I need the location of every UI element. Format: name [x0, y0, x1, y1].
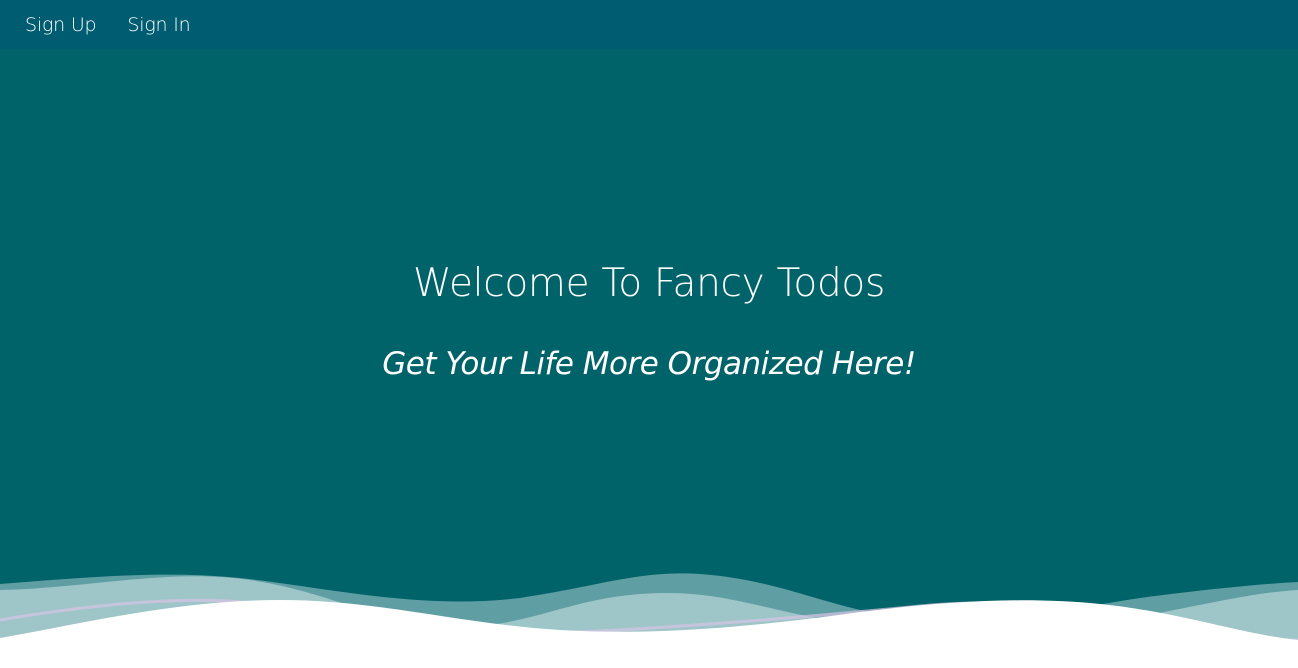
hero-title: Welcome To Fancy Todos [412, 261, 886, 306]
wave-decoration [0, 573, 1298, 668]
hero-subtitle: Get Your Life More Organized Here! [382, 346, 916, 382]
sign-up-link[interactable]: Sign Up [25, 14, 97, 36]
page: Sign Up Sign In Welcome To Fancy Todos G… [0, 0, 1298, 668]
navbar: Sign Up Sign In [0, 0, 1298, 49]
sign-in-link[interactable]: Sign In [127, 14, 190, 36]
